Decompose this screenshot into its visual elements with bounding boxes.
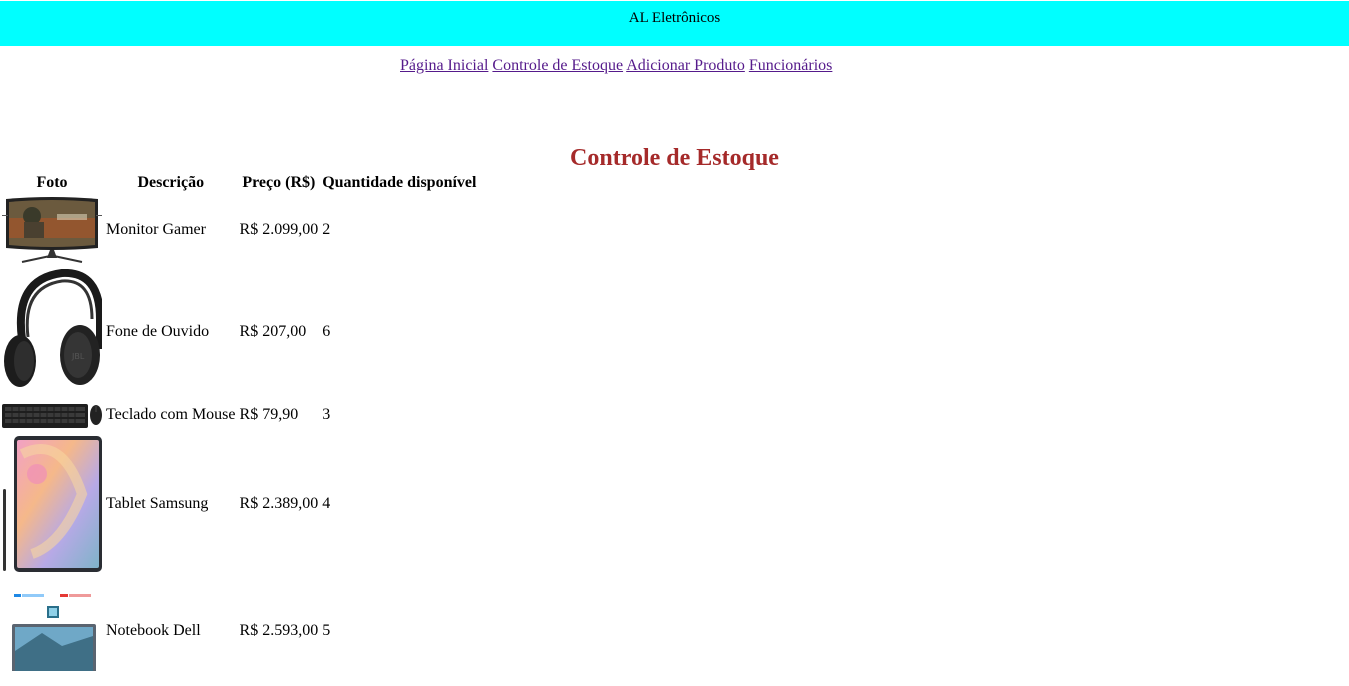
monitor-image xyxy=(2,197,102,263)
quantity-cell: 2 xyxy=(322,221,331,238)
table-header-row: Foto Descrição Preço (R$) Quantidade dis… xyxy=(0,172,478,194)
photo-cell xyxy=(0,432,104,576)
description-cell: Notebook Dell xyxy=(106,622,201,639)
quantity-cell: 5 xyxy=(322,622,331,639)
description-cell: Teclado com Mouse xyxy=(106,406,236,423)
column-header-price: Preço (R$) xyxy=(242,174,316,191)
photo-cell xyxy=(0,576,104,686)
column-header-description: Descrição xyxy=(137,174,205,191)
svg-text:JBL: JBL xyxy=(71,352,85,361)
nav-link-home[interactable]: Página Inicial xyxy=(400,57,488,74)
description-cell: Monitor Gamer xyxy=(106,221,206,238)
description-cell: Fone de Ouvido xyxy=(106,323,210,340)
table-row: Teclado com Mouse R$ 79,90 3 xyxy=(0,398,478,432)
page-title: Controle de Estoque xyxy=(570,145,779,171)
keyboard-mouse-image xyxy=(2,404,102,428)
table-row: JBL Fone de Ouvido R$ 207,00 6 xyxy=(0,266,478,398)
tablet-image xyxy=(3,436,102,572)
quantity-cell: 4 xyxy=(322,495,331,512)
column-header-quantity: Quantidade disponível xyxy=(322,174,477,191)
price-cell: R$ 2.099,00 xyxy=(239,221,319,238)
table-row: Monitor Gamer R$ 2.099,00 2 xyxy=(0,194,478,266)
price-cell: R$ 207,00 xyxy=(239,323,307,340)
nav-link-add-product[interactable]: Adicionar Produto xyxy=(626,57,745,74)
price-cell: R$ 2.389,00 xyxy=(239,495,319,512)
headphones-image: JBL xyxy=(4,269,102,387)
table-row: Notebook Dell R$ 2.593,00 5 xyxy=(0,576,478,686)
price-cell: R$ 2.593,00 xyxy=(239,622,319,639)
table-row: Tablet Samsung R$ 2.389,00 4 xyxy=(0,432,478,576)
price-cell: R$ 79,90 xyxy=(239,406,299,423)
photo-cell xyxy=(0,194,104,266)
column-header-photo: Foto xyxy=(36,174,68,191)
nav-link-employees[interactable]: Funcionários xyxy=(749,57,833,74)
notebook-image xyxy=(12,594,96,671)
quantity-cell: 3 xyxy=(322,406,331,423)
photo-cell xyxy=(0,398,104,432)
site-header: AL Eletrônicos xyxy=(0,1,1349,46)
site-title: AL Eletrônicos xyxy=(628,10,721,26)
stock-table: Foto Descrição Preço (R$) Quantidade dis… xyxy=(0,172,478,686)
description-cell: Tablet Samsung xyxy=(106,495,209,512)
photo-cell: JBL xyxy=(0,266,104,398)
nav-link-stock[interactable]: Controle de Estoque xyxy=(492,57,623,74)
quantity-cell: 6 xyxy=(322,323,331,340)
main-nav: Página Inicial Controle de Estoque Adici… xyxy=(400,57,832,75)
